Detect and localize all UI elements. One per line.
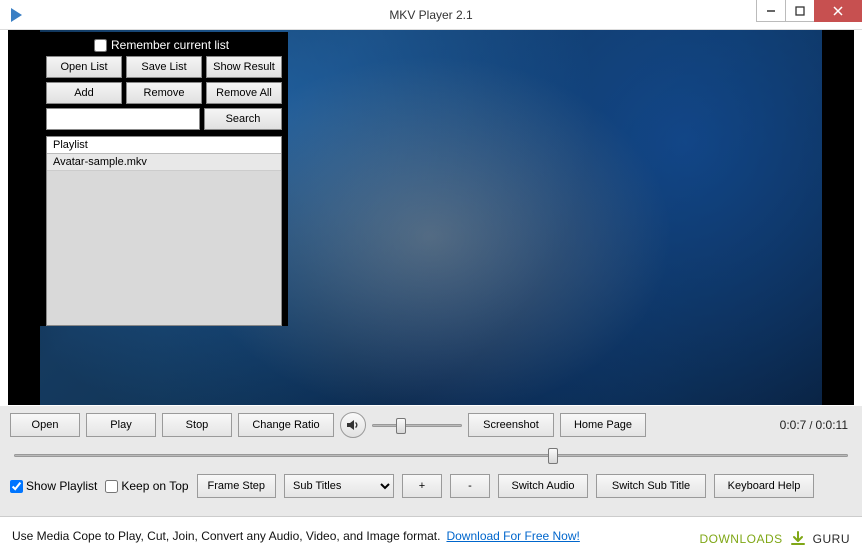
app-icon (6, 5, 26, 25)
minimize-button[interactable] (756, 0, 786, 22)
time-current: 0:0:7 (780, 418, 807, 432)
seek-track (14, 454, 848, 457)
playlist-listbox[interactable]: Playlist Avatar-sample.mkv (46, 136, 282, 326)
show-playlist-label: Show Playlist (26, 479, 97, 493)
switch-subtitle-button[interactable]: Switch Sub Title (596, 474, 706, 498)
stop-button[interactable]: Stop (162, 413, 232, 437)
time-display: 0:0:7 / 0:0:11 (780, 418, 852, 432)
titlebar: MKV Player 2.1 (0, 0, 862, 30)
window-title: MKV Player 2.1 (0, 8, 862, 22)
footer-bar: Use Media Cope to Play, Cut, Join, Conve… (0, 516, 862, 555)
controls-panel: Open Play Stop Change Ratio Screenshot H… (0, 406, 862, 516)
save-list-button[interactable]: Save List (126, 56, 202, 78)
remove-button[interactable]: Remove (126, 82, 202, 104)
seek-thumb[interactable] (548, 448, 558, 464)
remove-all-button[interactable]: Remove All (206, 82, 282, 104)
remember-list-input[interactable] (94, 39, 107, 52)
playlist-item[interactable]: Avatar-sample.mkv (47, 154, 281, 171)
watermark-part1: DOWNLOADS (699, 532, 782, 546)
watermark-part2: GURU (813, 532, 850, 546)
show-playlist-checkbox[interactable]: Show Playlist (10, 479, 97, 493)
play-button[interactable]: Play (86, 413, 156, 437)
open-list-button[interactable]: Open List (46, 56, 122, 78)
subtitles-select[interactable]: Sub Titles (284, 474, 394, 498)
seek-slider[interactable] (14, 446, 848, 464)
screenshot-button[interactable]: Screenshot (468, 413, 554, 437)
letterbox-right (822, 30, 854, 405)
search-button[interactable]: Search (204, 108, 282, 130)
remember-list-label: Remember current list (111, 38, 229, 52)
home-page-button[interactable]: Home Page (560, 413, 646, 437)
download-icon (789, 530, 807, 548)
keyboard-help-button[interactable]: Keyboard Help (714, 474, 814, 498)
letterbox-left (8, 30, 40, 405)
subtitle-plus-button[interactable]: + (402, 474, 442, 498)
time-total: 0:0:11 (816, 418, 848, 432)
change-ratio-button[interactable]: Change Ratio (238, 413, 334, 437)
search-input[interactable] (46, 108, 200, 130)
keep-on-top-input[interactable] (105, 480, 118, 493)
close-button[interactable] (814, 0, 862, 22)
show-result-button[interactable]: Show Result (206, 56, 282, 78)
keep-on-top-checkbox[interactable]: Keep on Top (105, 479, 188, 493)
footer-link[interactable]: Download For Free Now! (446, 529, 579, 543)
show-playlist-input[interactable] (10, 480, 23, 493)
open-button[interactable]: Open (10, 413, 80, 437)
volume-track (372, 424, 462, 427)
playlist-panel: Remember current list Open List Save Lis… (40, 32, 288, 326)
maximize-button[interactable] (785, 0, 815, 22)
keep-on-top-label: Keep on Top (121, 479, 188, 493)
remember-list-checkbox[interactable]: Remember current list (94, 38, 282, 52)
switch-audio-button[interactable]: Switch Audio (498, 474, 588, 498)
footer-text: Use Media Cope to Play, Cut, Join, Conve… (12, 529, 440, 543)
subtitle-minus-button[interactable]: - (450, 474, 490, 498)
volume-slider[interactable] (372, 416, 462, 434)
volume-thumb[interactable] (396, 418, 406, 434)
frame-step-button[interactable]: Frame Step (197, 474, 276, 498)
volume-icon[interactable] (340, 412, 366, 438)
video-area[interactable]: Remember current list Open List Save Lis… (8, 30, 854, 405)
add-button[interactable]: Add (46, 82, 122, 104)
playlist-header: Playlist (47, 137, 281, 154)
watermark: DOWNLOADS GURU (699, 530, 850, 548)
